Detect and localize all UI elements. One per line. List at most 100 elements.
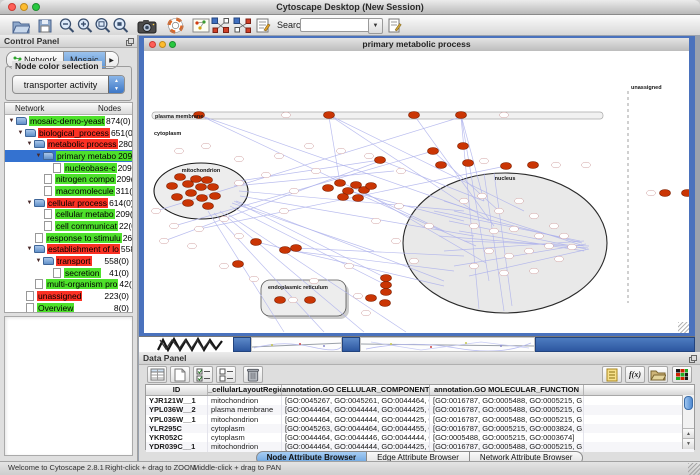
network-node[interactable]: [375, 157, 386, 164]
network-node[interactable]: [305, 297, 316, 304]
network-node[interactable]: [458, 143, 469, 150]
network-node[interactable]: [463, 160, 474, 167]
node-color-select[interactable]: transporter activity ▲▼: [12, 75, 125, 94]
select-all-attributes-button[interactable]: [193, 366, 213, 383]
network-node-outline[interactable]: [362, 310, 371, 316]
expand-arrow-icon[interactable]: ▼: [7, 118, 16, 124]
network-node[interactable]: [183, 200, 194, 207]
network-node[interactable]: [380, 300, 391, 307]
network-node-outline[interactable]: [425, 223, 434, 229]
network-node-outline[interactable]: [535, 233, 544, 239]
network-node[interactable]: [335, 180, 346, 187]
network-node[interactable]: [191, 176, 202, 183]
network-node-outline[interactable]: [152, 208, 161, 214]
tree-row[interactable]: cell communicat22(0): [5, 220, 132, 232]
network-node[interactable]: [660, 190, 671, 197]
column-header[interactable]: ID: [146, 385, 208, 395]
table-row[interactable]: YPL036W__1mitochondrion[GO:0044464, GO:0…: [146, 415, 694, 424]
network-node-outline[interactable]: [397, 168, 406, 174]
expand-arrow-icon[interactable]: ▼: [34, 153, 43, 159]
network-node-outline[interactable]: [582, 162, 591, 168]
tree-row[interactable]: ▼establishment of lo558(0): [5, 244, 132, 256]
scroll-down-icon[interactable]: ▼: [683, 438, 694, 449]
create-attribute-button[interactable]: [170, 366, 190, 383]
open-session-button[interactable]: [10, 16, 32, 35]
network-node-outline[interactable]: [490, 228, 499, 234]
network-node[interactable]: [208, 184, 219, 191]
network-node-outline[interactable]: [410, 258, 419, 264]
network-node[interactable]: [381, 275, 392, 282]
tree-row[interactable]: multi-organism pro42(0): [5, 279, 132, 291]
network-node-outline[interactable]: [480, 158, 489, 164]
scrollbar-thumb[interactable]: [684, 396, 693, 410]
apply-layout-1-button[interactable]: [210, 16, 232, 35]
network-node[interactable]: [338, 194, 349, 201]
expand-arrow-icon[interactable]: ▼: [25, 200, 34, 206]
background-window-1[interactable]: [251, 337, 342, 352]
table-row[interactable]: YLR295Ccytoplasm[GO:0045263, GO:0044464,…: [146, 424, 694, 433]
canvas-resize-grip[interactable]: [678, 322, 689, 333]
network-node-outline[interactable]: [337, 148, 346, 154]
network-node[interactable]: [172, 194, 183, 201]
network-node[interactable]: [210, 193, 221, 200]
network-node-outline[interactable]: [282, 112, 291, 118]
network-node[interactable]: [381, 289, 392, 296]
network-node[interactable]: [528, 162, 539, 169]
network-node[interactable]: [291, 245, 302, 252]
network-node[interactable]: [233, 261, 244, 268]
unselect-all-attributes-button[interactable]: [216, 366, 236, 383]
column-header[interactable]: annotation.GO MOLECULAR_FUNCTION: [430, 385, 584, 395]
matrix-view-button[interactable]: [672, 366, 692, 383]
network-node-outline[interactable]: [354, 293, 363, 299]
attribute-list-button[interactable]: [602, 366, 622, 383]
expand-arrow-icon[interactable]: ▼: [25, 141, 34, 147]
delete-attributes-button[interactable]: [243, 366, 263, 383]
apply-layout-2-button[interactable]: [232, 16, 254, 35]
tree-row[interactable]: ▼biological_process651(0): [5, 127, 132, 139]
network-node[interactable]: [275, 297, 286, 304]
network-node-outline[interactable]: [545, 243, 554, 249]
network-node-outline[interactable]: [392, 238, 401, 244]
expand-arrow-icon[interactable]: ▼: [25, 246, 34, 252]
network-node[interactable]: [323, 185, 334, 192]
table-row[interactable]: YJR121W__1mitochondrion[GO:0045267, GO:0…: [146, 396, 694, 405]
save-session-button[interactable]: [34, 16, 56, 35]
network-node-outline[interactable]: [500, 112, 509, 118]
minimized-window-titlebar[interactable]: [233, 337, 251, 352]
network-window[interactable]: primary metabolic process plasma membran…: [139, 36, 695, 336]
function-builder-button[interactable]: f(x): [625, 366, 645, 383]
network-tree-header[interactable]: Network Nodes: [5, 103, 132, 115]
search-input[interactable]: [300, 18, 372, 32]
network-node[interactable]: [186, 190, 197, 197]
minimized-window-titlebar[interactable]: [535, 337, 695, 352]
tree-row[interactable]: secretion41(0): [5, 267, 132, 279]
network-node-outline[interactable]: [647, 190, 656, 196]
network-overview-button[interactable]: [190, 16, 212, 35]
attribute-table-header[interactable]: ID_cellularLayoutRegionannotation.GO CEL…: [146, 385, 694, 396]
network-node-outline[interactable]: [568, 244, 577, 250]
network-node[interactable]: [324, 112, 335, 119]
network-node-outline[interactable]: [310, 278, 319, 284]
network-node[interactable]: [381, 282, 392, 289]
snapshot-button[interactable]: [136, 16, 158, 35]
window-resize-grip[interactable]: [688, 463, 700, 475]
frame-zoom-button[interactable]: [169, 41, 176, 48]
network-node[interactable]: [353, 195, 364, 202]
network-node-outline[interactable]: [220, 263, 229, 269]
network-node-outline[interactable]: [365, 153, 374, 159]
network-node[interactable]: [175, 174, 186, 181]
tree-row[interactable]: unassigned223(0): [5, 290, 132, 302]
network-window-titlebar[interactable]: primary metabolic process: [144, 38, 689, 52]
network-node-outline[interactable]: [250, 276, 259, 282]
tree-row[interactable]: ▼transport558(0): [5, 255, 132, 267]
background-window-2[interactable]: [360, 337, 535, 352]
network-node[interactable]: [167, 183, 178, 190]
network-node-outline[interactable]: [470, 263, 479, 269]
network-node-outline[interactable]: [289, 297, 298, 303]
network-node-outline[interactable]: [395, 203, 404, 209]
network-node[interactable]: [280, 247, 291, 254]
network-node[interactable]: [501, 163, 512, 170]
tree-row[interactable]: ▼cellular process614(0): [5, 197, 132, 209]
network-node-outline[interactable]: [305, 143, 314, 149]
network-node-outline[interactable]: [550, 223, 559, 229]
